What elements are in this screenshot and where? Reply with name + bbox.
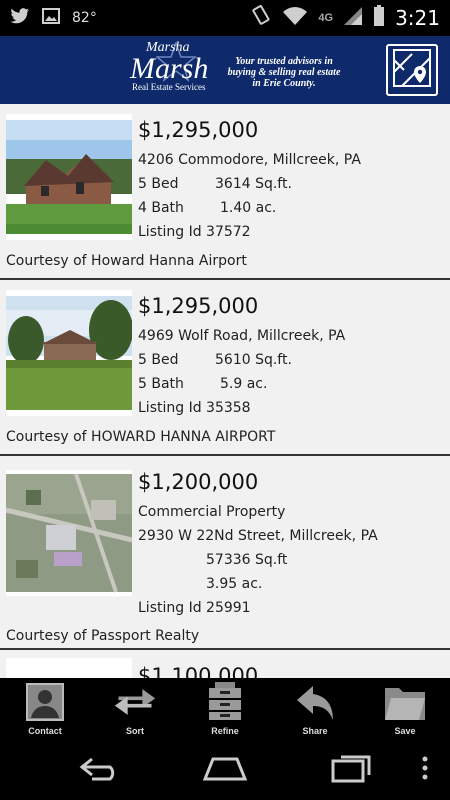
logo-subtitle: Real Estate Services (132, 82, 206, 92)
listing-item[interactable]: $1,295,000 4206 Commodore, Millcreek, PA… (0, 104, 450, 280)
sort-button[interactable]: Sort (90, 678, 180, 740)
listing-courtesy: Courtesy of HOWARD HANNA AIRPORT (6, 429, 276, 445)
listing-photo[interactable] (6, 114, 132, 240)
listing-id: Listing Id 25991 (138, 600, 251, 616)
save-button[interactable]: Save (360, 678, 450, 740)
listing-id: Listing Id 37572 (138, 224, 251, 240)
refine-button[interactable]: Refine (180, 678, 270, 740)
sort-label: Sort (126, 726, 144, 736)
status-bar: 82° 4G 3:21 (0, 0, 450, 36)
listing-beds: 5 Bed (138, 352, 179, 368)
image-icon (42, 7, 60, 29)
listing-acres: 1.40 ac. (220, 200, 277, 216)
vibrate-icon (250, 4, 272, 32)
listing-id: Listing Id 35358 (138, 400, 251, 416)
refine-label: Refine (211, 726, 239, 736)
contact-button[interactable]: Contact (0, 678, 90, 740)
recents-icon (329, 753, 373, 788)
listing-item[interactable]: $1,200,000 Commercial Property 2930 W 22… (0, 456, 450, 650)
signal-icon (343, 6, 363, 31)
logo-last-name: Marsh (130, 52, 209, 85)
recents-button[interactable] (323, 752, 379, 788)
contact-label: Contact (28, 726, 62, 736)
wifi-icon (282, 6, 308, 31)
sort-icon (113, 682, 157, 722)
listing-item[interactable]: $1,295,000 4969 Wolf Road, Millcreek, PA… (0, 280, 450, 456)
save-icon (383, 682, 427, 722)
listing-photo[interactable] (6, 658, 132, 678)
listing-address: 4969 Wolf Road, Millcreek, PA (138, 328, 346, 344)
listing-baths: 5 Bath (138, 376, 184, 392)
listing-price: $1,295,000 (138, 294, 259, 318)
refine-icon (203, 682, 247, 722)
logo-tagline: Your trusted advisors in buying & sellin… (227, 56, 341, 89)
home-icon (201, 755, 249, 786)
overflow-menu-button[interactable] (400, 752, 450, 788)
share-button[interactable]: Share (270, 678, 360, 740)
map-icon (390, 46, 434, 95)
network-type: 4G (318, 12, 334, 24)
system-nav-bar (0, 740, 450, 800)
listing-courtesy: Courtesy of Passport Realty (6, 628, 200, 644)
share-label: Share (302, 726, 328, 736)
listing-courtesy: Courtesy of Howard Hanna Airport (6, 253, 247, 269)
share-icon (293, 682, 337, 722)
contact-icon (23, 682, 67, 722)
listing-address: 4206 Commodore, Millcreek, PA (138, 152, 361, 168)
brand-logo: Marsha Marsh Real Estate Services Your t… (128, 40, 340, 98)
battery-icon (373, 4, 385, 32)
listing-acres: 5.9 ac. (220, 376, 268, 392)
listing-list[interactable]: $1,295,000 4206 Commodore, Millcreek, PA… (0, 104, 450, 678)
listing-sqft: 5610 Sq.ft. (215, 352, 292, 368)
listing-price: $1,200,000 (138, 470, 259, 494)
action-bar: Contact Sort Refine Share Save (0, 678, 450, 740)
listing-beds: 5 Bed (138, 176, 179, 192)
home-button[interactable] (197, 752, 253, 788)
save-label: Save (394, 726, 416, 736)
temperature: 82° (72, 10, 97, 26)
listing-type: Commercial Property (138, 504, 286, 520)
overflow-menu-icon (421, 755, 429, 786)
listing-sqft: 3614 Sq.ft. (215, 176, 292, 192)
listing-price: $1,295,000 (138, 118, 259, 142)
listing-photo[interactable] (6, 290, 133, 416)
clock: 3:21 (395, 6, 440, 30)
listing-item[interactable]: $1,100,000 (0, 650, 450, 678)
listing-baths: 4 Bath (138, 200, 184, 216)
app-header: Marsha Marsh Real Estate Services Your t… (0, 36, 450, 104)
map-view-button[interactable] (386, 44, 438, 96)
back-button[interactable] (72, 752, 128, 788)
listing-price: $1,100,000 (138, 664, 259, 678)
twitter-icon (10, 7, 30, 29)
back-icon (78, 755, 122, 786)
listing-acres: 3.95 ac. (206, 576, 263, 592)
listing-address: 2930 W 22Nd Street, Millcreek, PA (138, 528, 378, 544)
listing-photo[interactable] (5, 470, 133, 596)
listing-sqft: 57336 Sq.ft (206, 552, 288, 568)
